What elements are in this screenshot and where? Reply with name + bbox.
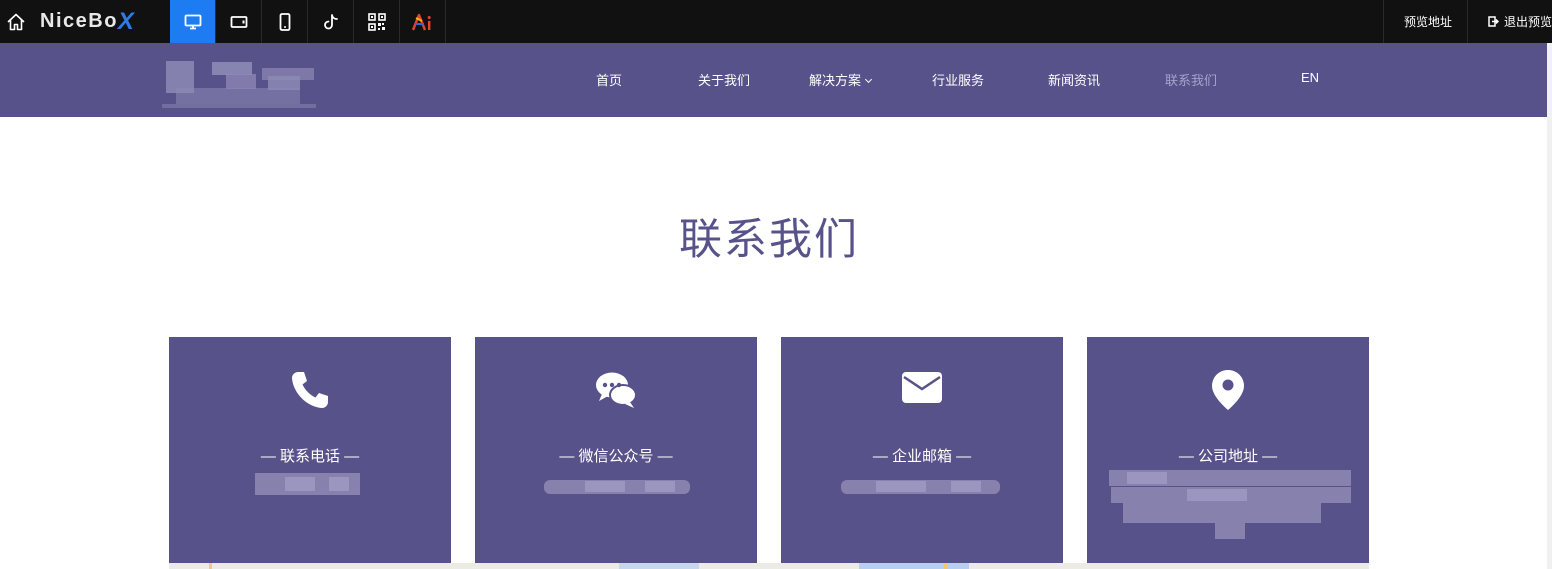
mobile-preview-button[interactable] bbox=[262, 0, 308, 43]
logo-accent: X bbox=[117, 7, 136, 35]
exit-icon bbox=[1488, 16, 1499, 27]
home-button[interactable] bbox=[0, 0, 32, 43]
mail-icon bbox=[902, 372, 942, 403]
desktop-preview-button[interactable] bbox=[170, 0, 216, 43]
logo-text: NiceBo bbox=[40, 10, 118, 32]
nav-item-home[interactable]: 首页 bbox=[596, 70, 622, 89]
qr-code-icon bbox=[367, 12, 386, 31]
nav-item-news[interactable]: 新闻资讯 bbox=[1048, 70, 1100, 89]
map-strip bbox=[169, 563, 1369, 569]
tablet-preview-button[interactable] bbox=[216, 0, 262, 43]
contact-card-phone: — 联系电话 — bbox=[169, 337, 451, 563]
ai-button[interactable] bbox=[400, 0, 446, 43]
page-title: 联系我们 bbox=[679, 216, 859, 264]
preview-address-button[interactable]: 预览地址 bbox=[1382, 0, 1467, 43]
phone-icon-wrap bbox=[169, 369, 451, 411]
contact-card-wechat: — 微信公众号 — bbox=[475, 337, 757, 563]
nav-item-solutions-label: 解决方案 bbox=[809, 73, 862, 88]
card-label-phone: — 联系电话 — bbox=[260, 448, 360, 465]
exit-preview-button[interactable]: 退出预览 bbox=[1466, 0, 1552, 43]
location-pin-icon-wrap bbox=[1087, 369, 1369, 411]
phone-icon bbox=[292, 372, 328, 408]
chevron-down-icon bbox=[864, 75, 873, 84]
preview-address-label: 预览地址 bbox=[1403, 15, 1452, 29]
site-logo[interactable] bbox=[162, 58, 316, 110]
nav-item-language[interactable]: EN bbox=[1301, 70, 1319, 85]
card-label-email: — 企业邮箱 — bbox=[872, 448, 972, 465]
tablet-icon bbox=[230, 15, 247, 28]
card-label-wechat: — 微信公众号 — bbox=[559, 448, 673, 465]
desktop-icon bbox=[184, 14, 201, 29]
nav-item-industry[interactable]: 行业服务 bbox=[932, 70, 984, 89]
location-pin-icon bbox=[1212, 370, 1244, 410]
contact-card-address: — 公司地址 — bbox=[1087, 337, 1369, 563]
nav-item-solutions[interactable]: 解决方案 bbox=[809, 70, 873, 89]
contact-card-email: — 企业邮箱 — bbox=[781, 337, 1063, 563]
nav-item-contact[interactable]: 联系我们 bbox=[1165, 70, 1217, 89]
mobile-icon bbox=[279, 12, 290, 31]
site-header: 首页 关于我们 解决方案 行业服务 新闻资讯 联系我们 EN bbox=[0, 43, 1552, 117]
tiktok-icon bbox=[323, 13, 338, 29]
tiktok-preview-button[interactable] bbox=[308, 0, 354, 43]
page-scrollbar[interactable] bbox=[1547, 43, 1552, 569]
ai-icon bbox=[411, 13, 431, 30]
nicebox-logo: NiceBo X bbox=[32, 0, 170, 43]
wechat-icon bbox=[596, 372, 637, 408]
card-label-address: — 公司地址 — bbox=[1178, 448, 1278, 465]
editor-toolbar: NiceBo X 预览地址 退出预览 bbox=[0, 0, 1552, 43]
wechat-icon-wrap bbox=[475, 369, 757, 411]
nav-item-about[interactable]: 关于我们 bbox=[698, 70, 750, 89]
mail-icon-wrap bbox=[781, 369, 1063, 405]
exit-preview-label: 退出预览 bbox=[1503, 15, 1552, 29]
home-icon bbox=[7, 13, 25, 30]
qr-code-button[interactable] bbox=[354, 0, 400, 43]
